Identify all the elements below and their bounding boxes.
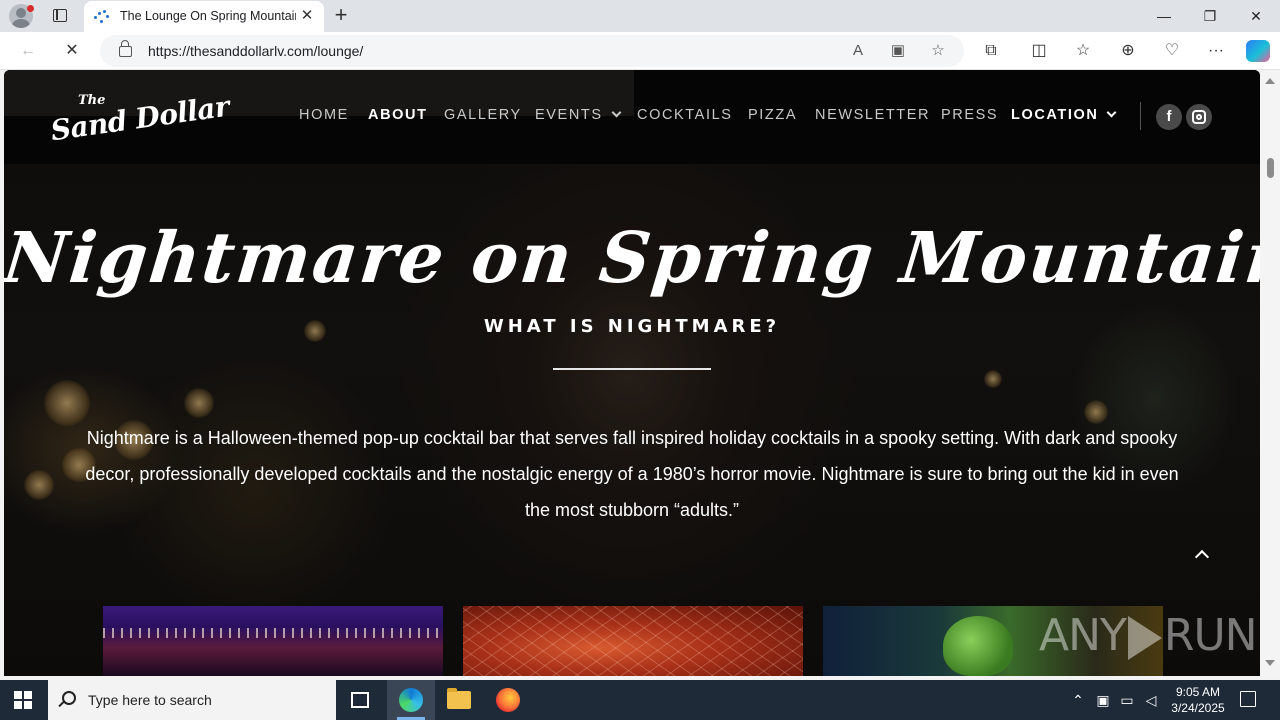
windows-taskbar: Type here to search ⌃ ▣ ▭ ◁ 9:05 AM 3/24… xyxy=(0,680,1280,720)
site-logo[interactable]: The Sand Dollar xyxy=(49,90,232,148)
new-tab-button[interactable]: + xyxy=(330,4,352,26)
tab-actions-icon[interactable] xyxy=(48,6,72,26)
immersive-reader-icon[interactable]: ▣ xyxy=(888,41,908,61)
nav-home[interactable]: HOME xyxy=(299,107,349,123)
nav-gallery[interactable]: GALLERY xyxy=(444,107,522,123)
divider xyxy=(553,368,711,370)
search-placeholder: Type here to search xyxy=(88,692,212,708)
logo-name-text: Sand Dollar xyxy=(48,89,232,148)
scroll-down-icon[interactable] xyxy=(1265,660,1275,666)
address-bar[interactable]: https://thesanddollarlv.com/lounge/ A ▣ … xyxy=(100,35,964,67)
system-clock[interactable]: 9:05 AM 3/24/2025 xyxy=(1162,684,1234,716)
nav-location[interactable]: LOCATION xyxy=(1011,107,1117,123)
volume-icon[interactable]: ◁ xyxy=(1143,692,1159,708)
nav-events-label: EVENTS xyxy=(535,107,603,123)
browser-tab-active[interactable]: The Lounge On Spring Mountain ✕ xyxy=(84,1,324,32)
tab-title: The Lounge On Spring Mountain xyxy=(120,9,296,23)
notification-dot xyxy=(27,5,34,12)
scrollbar-thumb[interactable] xyxy=(1267,158,1274,178)
browser-essentials-icon[interactable]: ♡ xyxy=(1162,41,1182,61)
facebook-icon[interactable]: f xyxy=(1156,104,1182,130)
hero-title: Nightmare on Spring Mountain xyxy=(4,216,1260,299)
nav-pizza[interactable]: PIZZA xyxy=(748,107,797,123)
hero-subtitle: WHAT IS NIGHTMARE? xyxy=(483,316,781,337)
stop-loading-icon[interactable]: ✕ xyxy=(62,41,82,61)
browser-toolbar: ← ✕ https://thesanddollarlv.com/lounge/ … xyxy=(0,32,1280,70)
folder-icon xyxy=(447,688,471,709)
loading-spinner-icon xyxy=(94,10,110,24)
collections-icon[interactable]: ⊕ xyxy=(1118,41,1138,61)
browser-tab-bar: The Lounge On Spring Mountain ✕ + — ❐ ✕ xyxy=(0,0,1280,32)
minimize-icon[interactable]: — xyxy=(1154,6,1174,26)
firefox-icon xyxy=(496,688,520,712)
favorite-star-icon[interactable]: ☆ xyxy=(928,41,948,61)
restore-icon[interactable]: ❐ xyxy=(1200,6,1220,26)
favorites-icon[interactable]: ☆ xyxy=(1073,41,1093,61)
clock-time: 9:05 AM xyxy=(1175,685,1221,699)
scroll-up-icon[interactable] xyxy=(1265,78,1275,84)
chevron-down-icon xyxy=(611,107,622,118)
clock-date: 3/24/2025 xyxy=(1171,701,1225,715)
network-icon[interactable]: ▭ xyxy=(1119,692,1135,708)
split-screen-icon[interactable]: ◫ xyxy=(1029,41,1049,61)
nav-location-label: LOCATION xyxy=(1011,107,1099,123)
nav-press[interactable]: PRESS xyxy=(941,107,998,123)
logo-the-text: The xyxy=(78,93,106,108)
show-hidden-icons-icon[interactable]: ⌃ xyxy=(1070,692,1086,708)
lock-icon[interactable] xyxy=(119,40,132,57)
url-text[interactable]: https://thesanddollarlv.com/lounge/ xyxy=(148,43,363,59)
chevron-down-icon xyxy=(1107,107,1117,118)
task-view-button[interactable] xyxy=(336,680,384,720)
taskbar-file-explorer[interactable] xyxy=(435,680,483,720)
anyrun-watermark: ANY RUN xyxy=(1039,610,1258,661)
copilot-icon[interactable] xyxy=(1246,40,1270,62)
nav-newsletter[interactable]: NEWSLETTER xyxy=(815,107,930,123)
windows-start-icon[interactable] xyxy=(14,691,32,709)
edge-icon xyxy=(399,688,423,712)
nav-events[interactable]: EVENTS xyxy=(535,107,622,123)
more-options-icon[interactable]: ··· xyxy=(1206,41,1226,61)
notification-center-icon[interactable] xyxy=(1240,691,1256,707)
taskbar-firefox[interactable] xyxy=(484,680,532,720)
search-icon xyxy=(62,691,76,705)
tab-close-icon[interactable]: ✕ xyxy=(299,8,315,24)
scroll-to-top-icon[interactable] xyxy=(1191,544,1213,566)
nav-cocktails[interactable]: COCKTAILS xyxy=(637,107,733,123)
web-page: The Sand Dollar HOME ABOUT GALLERY EVENT… xyxy=(4,70,1260,676)
instagram-icon[interactable] xyxy=(1186,104,1212,130)
taskbar-edge[interactable] xyxy=(387,680,435,720)
nav-divider xyxy=(1140,102,1141,130)
page-scrollbar[interactable] xyxy=(1260,70,1280,676)
device-icon[interactable]: ▣ xyxy=(1095,692,1111,708)
taskbar-search[interactable]: Type here to search xyxy=(48,680,336,720)
read-aloud-icon[interactable]: A xyxy=(848,41,868,61)
gallery-image-bar-party[interactable] xyxy=(103,606,443,676)
gallery-image-spiderweb[interactable] xyxy=(463,606,803,676)
back-icon[interactable]: ← xyxy=(18,41,38,61)
hero-description: Nightmare is a Halloween-themed pop-up c… xyxy=(85,428,1179,520)
task-view-icon xyxy=(351,692,369,708)
extensions-icon[interactable]: ⧉ xyxy=(981,41,1001,61)
nav-about[interactable]: ABOUT xyxy=(368,107,428,123)
close-window-icon[interactable]: ✕ xyxy=(1246,6,1266,26)
